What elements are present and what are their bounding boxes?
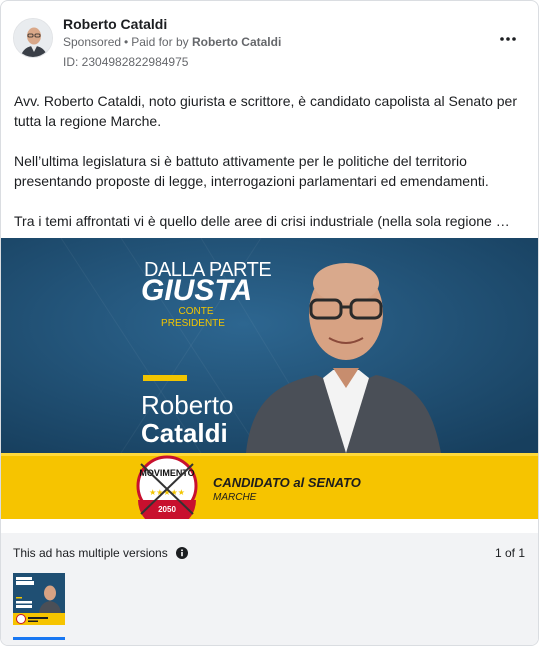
thumbnail-image: [13, 573, 65, 625]
version-pager: 1 of 1: [494, 546, 525, 560]
candidate-last-name: Cataldi: [141, 418, 228, 448]
more-options-button[interactable]: [496, 29, 520, 49]
versions-label-row: This ad has multiple versions: [13, 546, 188, 560]
ad-version-thumbnail[interactable]: [13, 573, 65, 625]
page-name[interactable]: Roberto Cataldi: [63, 16, 167, 32]
ad-header: Roberto Cataldi Sponsored • Paid for by Ro…: [1, 1, 538, 81]
payer-name[interactable]: Roberto Cataldi: [192, 35, 281, 49]
slogan-sub2: PRESIDENTE: [161, 318, 225, 329]
info-icon[interactable]: [175, 547, 188, 559]
ad-id: ID: 2304982822984975: [63, 55, 189, 69]
ad-paragraph: Avv. Roberto Cataldi, noto giurista e sc…: [14, 93, 517, 129]
party-logo: MOVIMENTO ★★★★★ 2050: [136, 455, 198, 519]
separator-dot: •: [124, 35, 129, 49]
sponsored-label: Sponsored: [63, 35, 122, 49]
avatar-portrait: [14, 19, 52, 57]
sponsored-line: Sponsored • Paid for by Roberto Cataldi: [63, 35, 281, 49]
ad-body-text: Avv. Roberto Cataldi, noto giurista e sc…: [14, 91, 524, 251]
campaign-poster: DALLA PARTE GIUSTA CONTE PRESIDENTE Robe…: [1, 238, 538, 519]
candidacy-label: CANDIDATO al SENATO: [213, 475, 361, 490]
ad-paragraph[interactable]: Tra i temi affrontati vi è quello delle …: [14, 211, 524, 231]
slogan-main: GIUSTA: [141, 274, 252, 307]
ad-card: Roberto Cataldi Sponsored • Paid for by Ro…: [0, 0, 539, 646]
versions-footer: This ad has multiple versions 1 of 1: [1, 533, 538, 645]
name-accent-bar: [143, 375, 187, 381]
ad-creative-image[interactable]: DALLA PARTE GIUSTA CONTE PRESIDENTE Robe…: [1, 238, 538, 519]
page-avatar[interactable]: [13, 18, 53, 58]
selected-version-indicator: [13, 637, 65, 640]
more-horizontal-icon: [500, 37, 516, 41]
slogan-sub1: CONTE: [179, 306, 214, 317]
versions-label: This ad has multiple versions: [13, 546, 168, 560]
ad-paragraph: Nell’ultima legislatura si è battuto att…: [14, 153, 489, 189]
candidate-first-name: Roberto: [141, 390, 234, 420]
region-label: MARCHE: [213, 492, 257, 503]
logo-year: 2050: [158, 505, 176, 514]
paid-for-label: Paid for by: [131, 35, 189, 49]
